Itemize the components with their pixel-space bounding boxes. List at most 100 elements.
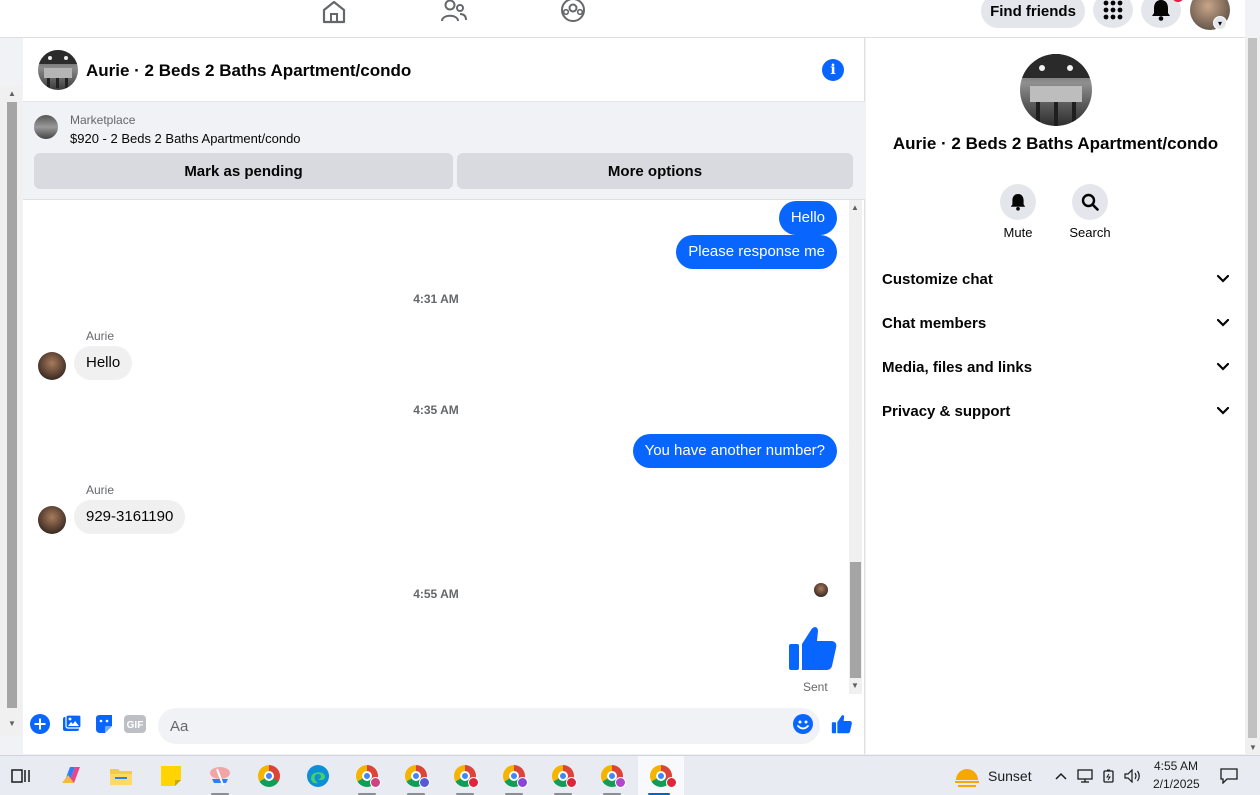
copilot-icon[interactable] xyxy=(51,756,93,795)
mute-label: Mute xyxy=(1003,225,1033,240)
chrome-profile-icon[interactable] xyxy=(346,756,388,795)
windows-taskbar: Sunset 4:55 AM 2/1/2025 xyxy=(0,755,1260,795)
privacy-support-row[interactable]: Privacy & support xyxy=(882,393,1229,429)
clock-date[interactable]: 2/1/2025 xyxy=(1153,777,1200,791)
profile-badge xyxy=(370,777,381,788)
snipping-tool-icon[interactable] xyxy=(199,756,241,795)
conversation-avatar[interactable] xyxy=(1020,54,1092,126)
top-navigation-bar: Find friends ▾ xyxy=(0,0,1245,38)
friends-icon[interactable] xyxy=(440,0,468,24)
media-files-links-row[interactable]: Media, files and links xyxy=(882,349,1229,385)
profile-badge xyxy=(566,777,577,788)
gif-icon[interactable]: GIF xyxy=(124,713,146,735)
file-explorer-icon[interactable] xyxy=(100,756,142,795)
chevron-down-icon[interactable]: ▾ xyxy=(1213,16,1227,30)
find-friends-button[interactable]: Find friends xyxy=(981,0,1085,28)
plus-icon[interactable] xyxy=(29,713,51,735)
timestamp: 4:35 AM xyxy=(413,403,459,417)
scroll-up-arrow-icon[interactable]: ▲ xyxy=(851,203,859,212)
gif-label: GIF xyxy=(127,720,144,731)
mark-as-pending-button[interactable]: Mark as pending xyxy=(34,153,453,189)
scroll-down-arrow-icon[interactable]: ▼ xyxy=(8,719,16,728)
home-icon[interactable] xyxy=(320,0,348,24)
chrome-profile-icon-active[interactable] xyxy=(638,756,684,795)
row-label: Chat members xyxy=(882,314,987,332)
sticker-icon[interactable] xyxy=(93,713,115,735)
chevron-down-icon xyxy=(1217,363,1229,371)
conversation-title: Aurie · 2 Beds 2 Baths Apartment/condo xyxy=(892,134,1219,153)
marketplace-banner: Marketplace $920 - 2 Beds 2 Baths Apartm… xyxy=(23,102,865,200)
message-input[interactable] xyxy=(158,708,820,744)
chevron-up-icon[interactable] xyxy=(1052,767,1070,785)
customize-chat-row[interactable]: Customize chat xyxy=(882,261,1229,297)
info-icon[interactable]: i xyxy=(822,59,844,81)
thumbs-up-sent-icon[interactable] xyxy=(787,622,839,674)
more-options-button[interactable]: More options xyxy=(457,153,853,189)
marketplace-label: Marketplace xyxy=(70,113,136,127)
groups-icon[interactable] xyxy=(559,0,587,24)
sent-status: Sent xyxy=(803,680,828,694)
menu-grid-icon[interactable] xyxy=(1093,0,1133,28)
chrome-profile-icon[interactable] xyxy=(591,756,633,795)
scrollbar-thumb[interactable] xyxy=(1248,38,1257,738)
sunset-weather-icon[interactable] xyxy=(955,764,979,788)
scroll-down-arrow-icon[interactable]: ▼ xyxy=(1249,743,1257,752)
search-icon[interactable] xyxy=(1072,184,1108,220)
chrome-icon[interactable] xyxy=(248,756,290,795)
profile-badge xyxy=(517,777,528,788)
battery-icon[interactable] xyxy=(1100,767,1118,785)
scroll-down-arrow-icon[interactable]: ▼ xyxy=(851,681,859,690)
chat-avatar[interactable] xyxy=(38,50,78,90)
bell-icon[interactable] xyxy=(1141,0,1181,28)
profile-badge xyxy=(468,777,479,788)
weather-label[interactable]: Sunset xyxy=(988,768,1032,784)
scroll-up-arrow-icon[interactable]: ▲ xyxy=(8,89,16,98)
conversation-info-panel: Aurie · 2 Beds 2 Baths Apartment/condo M… xyxy=(866,38,1245,754)
page-scrollbar[interactable]: ▲ ▼ xyxy=(0,86,22,736)
timestamp: 4:55 AM xyxy=(413,587,459,601)
edge-icon[interactable] xyxy=(297,756,339,795)
chrome-profile-icon[interactable] xyxy=(395,756,437,795)
listing-thumbnail[interactable] xyxy=(34,115,58,139)
window-scrollbar[interactable]: ▼ xyxy=(1245,38,1260,754)
task-view-icon[interactable] xyxy=(0,756,42,795)
chrome-profile-icon[interactable] xyxy=(542,756,584,795)
profile-badge xyxy=(666,777,677,788)
sender-name: Aurie xyxy=(86,483,115,497)
message-list: Hello Please response me 4:31 AM Aurie H… xyxy=(23,200,849,694)
timestamp: 4:31 AM xyxy=(413,292,459,306)
chrome-profile-icon[interactable] xyxy=(493,756,535,795)
scrollbar-thumb[interactable] xyxy=(7,102,17,708)
chrome-profile-icon[interactable] xyxy=(444,756,486,795)
chat-panel: Aurie · 2 Beds 2 Baths Apartment/condo i… xyxy=(23,38,865,754)
chat-members-row[interactable]: Chat members xyxy=(882,305,1229,341)
emoji-icon[interactable] xyxy=(792,713,814,735)
search-label: Search xyxy=(1069,225,1111,240)
sticky-notes-icon[interactable] xyxy=(150,756,192,795)
chat-title[interactable]: Aurie · 2 Beds 2 Baths Apartment/condo xyxy=(86,61,411,81)
message-bubble-outgoing[interactable]: Hello xyxy=(778,201,837,235)
clock-time[interactable]: 4:55 AM xyxy=(1154,759,1198,773)
sender-avatar[interactable] xyxy=(38,506,66,534)
scrollbar-thumb[interactable] xyxy=(850,562,861,678)
row-label: Privacy & support xyxy=(882,402,1011,420)
volume-icon[interactable] xyxy=(1124,767,1142,785)
message-bubble-incoming[interactable]: Hello xyxy=(74,346,133,380)
sender-avatar[interactable] xyxy=(38,352,66,380)
chevron-down-icon xyxy=(1217,275,1229,283)
profile-badge xyxy=(419,777,430,788)
message-bubble-incoming[interactable]: 929-3161190 xyxy=(74,500,186,534)
chevron-down-icon xyxy=(1217,319,1229,327)
message-composer: GIF xyxy=(23,702,865,748)
chat-scrollbar[interactable]: ▲ ▼ xyxy=(849,200,862,694)
thumbs-up-icon[interactable] xyxy=(831,713,853,735)
network-icon[interactable] xyxy=(1076,767,1094,785)
message-bubble-outgoing[interactable]: You have another number? xyxy=(632,434,837,468)
search-button[interactable]: Search xyxy=(1054,184,1126,240)
message-bubble-outgoing[interactable]: Please response me xyxy=(676,235,837,269)
bell-icon[interactable] xyxy=(1000,184,1036,220)
notification-center-icon[interactable] xyxy=(1220,767,1238,785)
photo-icon[interactable] xyxy=(61,713,83,735)
mute-button[interactable]: Mute xyxy=(982,184,1054,240)
listing-title[interactable]: $920 - 2 Beds 2 Baths Apartment/condo xyxy=(70,131,301,146)
